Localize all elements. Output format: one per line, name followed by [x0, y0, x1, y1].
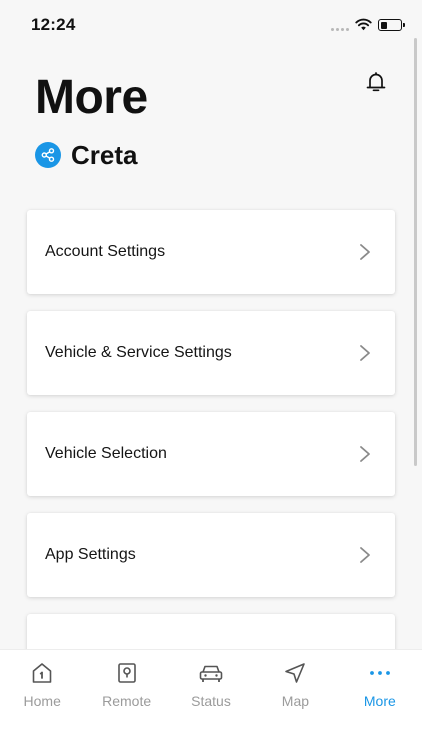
tab-label: Home: [23, 693, 61, 709]
vehicle-selection-item[interactable]: Vehicle Selection: [27, 412, 395, 496]
battery-icon: [378, 19, 405, 31]
more-dots-icon: [367, 660, 393, 686]
cellular-signal-icon: [331, 28, 349, 31]
page-title: More: [35, 71, 148, 124]
tab-label: Map: [281, 693, 310, 709]
tab-more[interactable]: More: [338, 650, 422, 750]
menu-item-label: Vehicle & Service Settings: [45, 344, 232, 361]
share-icon[interactable]: [35, 142, 61, 168]
car-icon: [198, 660, 224, 686]
tab-status[interactable]: Status: [169, 650, 253, 750]
chevron-right-icon: [360, 345, 370, 361]
tab-map[interactable]: Map: [253, 650, 337, 750]
scrollbar[interactable]: [414, 38, 417, 466]
tab-label: Status: [191, 693, 231, 709]
app-settings-item[interactable]: App Settings: [27, 513, 395, 597]
navigation-arrow-icon: [282, 660, 308, 686]
chevron-right-icon: [360, 547, 370, 563]
home-icon: [29, 660, 55, 686]
menu-item-label: App Settings: [45, 546, 136, 563]
vehicle-service-settings-item[interactable]: Vehicle & Service Settings: [27, 311, 395, 395]
menu-item-label: Vehicle Selection: [45, 445, 167, 462]
settings-menu: Account Settings Vehicle & Service Setti…: [27, 210, 395, 715]
tab-bar: Home Remote Status Map More: [0, 649, 422, 750]
wifi-icon: [355, 18, 372, 31]
vehicle-selector[interactable]: Creta: [35, 140, 137, 170]
tab-label: More: [363, 693, 396, 709]
status-time: 12:24: [31, 15, 76, 34]
vehicle-name: Creta: [71, 140, 138, 170]
tab-label: Remote: [102, 693, 152, 709]
tab-remote[interactable]: Remote: [84, 650, 168, 750]
chevron-right-icon: [360, 446, 370, 462]
bell-icon[interactable]: [363, 69, 389, 95]
status-bar: 12:24: [0, 0, 422, 50]
remote-icon: [114, 660, 140, 686]
tab-home[interactable]: Home: [0, 650, 84, 750]
chevron-right-icon: [360, 244, 370, 260]
account-settings-item[interactable]: Account Settings: [27, 210, 395, 294]
menu-item-label: Account Settings: [45, 243, 166, 260]
